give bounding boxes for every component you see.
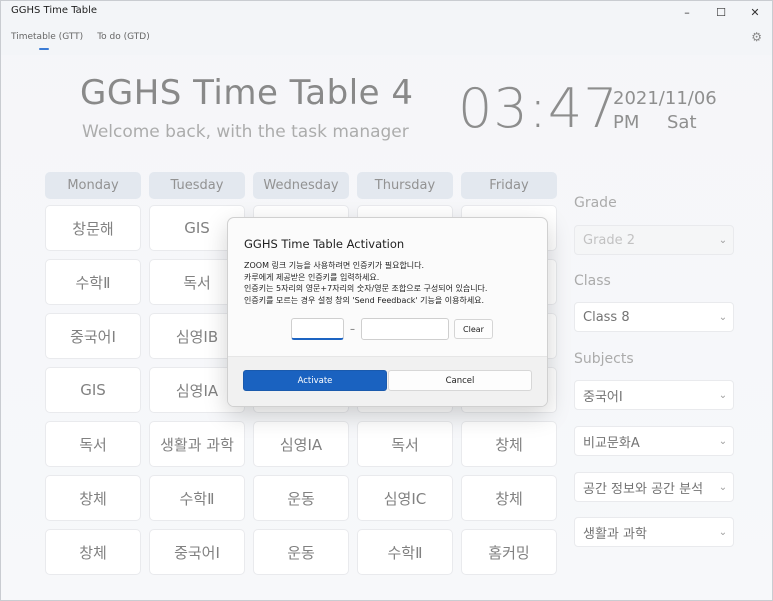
tab-timetable[interactable]: Timetable (GTT) bbox=[11, 32, 83, 50]
dialog-line: ZOOM 링크 기능을 사용하려면 인증키가 필요합니다. bbox=[244, 261, 425, 270]
nav-tabs: Timetable (GTT) To do (GTD) bbox=[11, 32, 150, 50]
dialog-line: 카루에게 제공받은 인증키를 입력하세요. bbox=[244, 272, 380, 282]
key-input-row: – Clear bbox=[291, 318, 493, 340]
dialog-line: 인증키는 5자리의 영문+7자리의 숫자/영문 조합으로 구성되어 있습니다. bbox=[244, 284, 488, 293]
dialog-message: ZOOM 링크 기능을 사용하려면 인증키가 필요합니다. 카루에게 제공받은 … bbox=[244, 260, 544, 306]
maximize-button[interactable]: ☐ bbox=[704, 1, 738, 23]
dialog-title: GGHS Time Table Activation bbox=[244, 237, 405, 251]
app-window: GGHS Time Table – ☐ ✕ Timetable (GTT) To… bbox=[0, 0, 773, 601]
minimize-button[interactable]: – bbox=[670, 1, 704, 23]
window-controls: – ☐ ✕ bbox=[670, 1, 772, 23]
window-title: GGHS Time Table bbox=[11, 5, 98, 16]
key-separator: – bbox=[350, 323, 355, 335]
activation-dialog: GGHS Time Table Activation ZOOM 링크 기능을 사… bbox=[227, 217, 548, 407]
key-part2-input[interactable] bbox=[361, 318, 449, 340]
title-bar: GGHS Time Table – ☐ ✕ bbox=[1, 1, 772, 23]
gear-icon[interactable]: ⚙ bbox=[751, 30, 762, 44]
cancel-button[interactable]: Cancel bbox=[388, 370, 532, 391]
dialog-line: 인증키를 모르는 경우 설정 창의 'Send Feedback' 기능을 이용… bbox=[244, 295, 485, 305]
tab-todo[interactable]: To do (GTD) bbox=[97, 32, 150, 48]
close-button[interactable]: ✕ bbox=[738, 1, 772, 23]
clear-button[interactable]: Clear bbox=[454, 319, 493, 339]
key-part1-input[interactable] bbox=[291, 318, 344, 340]
activate-button[interactable]: Activate bbox=[243, 370, 387, 391]
